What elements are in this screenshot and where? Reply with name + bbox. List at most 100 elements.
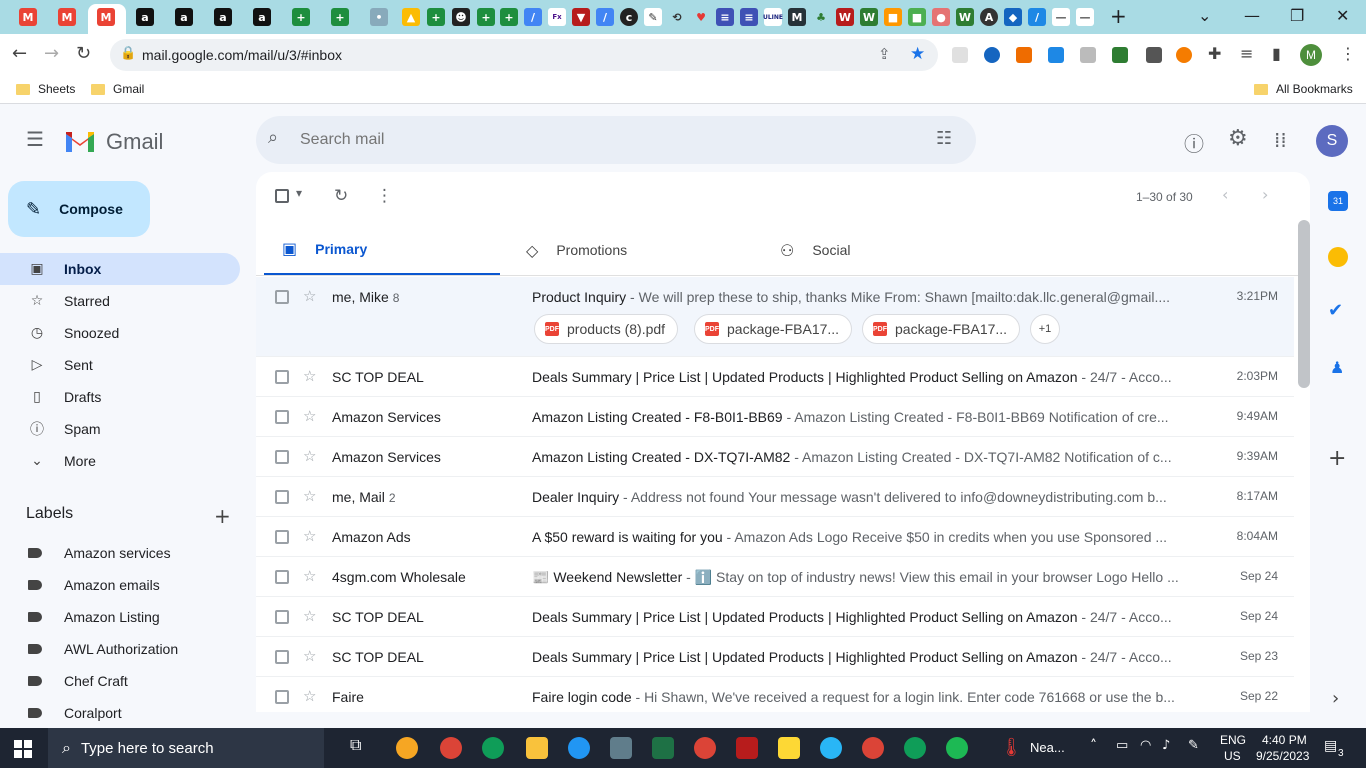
chrome-icon[interactable] — [440, 737, 462, 759]
row-checkbox[interactable] — [275, 410, 289, 424]
sheets-tab-icon[interactable]: + — [500, 8, 518, 26]
history-tab-icon[interactable]: ⟲ — [668, 8, 686, 26]
telegram-icon[interactable] — [820, 737, 842, 759]
label-item[interactable]: Amazon services — [28, 537, 228, 569]
attachment-chip[interactable]: PDF package-FBA17... — [694, 314, 853, 344]
calendar-icon[interactable]: 31 — [1328, 191, 1348, 211]
select-dropdown-icon[interactable]: ▾ — [296, 186, 302, 200]
filezilla-icon[interactable] — [736, 737, 758, 759]
all-bookmarks[interactable]: All Bookmarks — [1254, 82, 1353, 96]
site-tab-icon[interactable]: c — [620, 8, 638, 26]
site-tab-icon[interactable]: ■ — [884, 8, 902, 26]
back-icon[interactable]: ← — [12, 44, 27, 64]
star-icon[interactable]: ☆ — [303, 407, 316, 425]
more-options-icon[interactable]: ⋮ — [376, 186, 393, 206]
email-row[interactable]: ☆ Amazon Services Amazon Listing Created… — [256, 437, 1294, 477]
site-tab-icon[interactable]: M — [788, 8, 806, 26]
nav-more[interactable]: ⌄ More — [0, 445, 240, 477]
contacts-icon[interactable]: ♟ — [1330, 358, 1344, 377]
forward-icon[interactable]: → — [44, 44, 59, 64]
star-icon[interactable]: ☆ — [303, 567, 316, 585]
search-icon[interactable]: ⌕ — [268, 127, 278, 148]
more-attachments[interactable]: +1 — [1030, 314, 1060, 344]
forms-tab-icon[interactable]: ≡ — [740, 8, 758, 26]
compose-button[interactable]: ✎ Compose — [8, 181, 150, 237]
label-item[interactable]: Chef Craft — [28, 665, 228, 697]
row-checkbox[interactable] — [275, 370, 289, 384]
heart-tab-icon[interactable]: ♥ — [692, 8, 710, 26]
task-view-icon[interactable]: ⧉ — [350, 737, 372, 759]
next-page-icon[interactable]: › — [1262, 185, 1268, 204]
site-tab-icon[interactable]: — — [1076, 8, 1094, 26]
extension-icon[interactable] — [1176, 47, 1192, 63]
wifi-icon[interactable]: ◠ — [1140, 738, 1151, 753]
sidepanel-icon[interactable]: ▮ — [1272, 44, 1281, 64]
apps-icon[interactable]: ⁞⁞ — [1274, 128, 1287, 152]
gear-icon[interactable]: ⚙ — [1228, 126, 1248, 151]
email-row[interactable]: ☆ Amazon Services Amazon Listing Created… — [256, 397, 1294, 437]
site-tab-icon[interactable]: ♣ — [812, 8, 830, 26]
fedex-tab-icon[interactable]: Fx — [548, 8, 566, 26]
volume-icon[interactable]: ♪ — [1162, 738, 1170, 753]
email-row[interactable]: ☆ SC TOP DEAL Deals Summary | Price List… — [256, 637, 1294, 677]
app-icon[interactable] — [396, 737, 418, 759]
spotify-icon[interactable] — [946, 737, 968, 759]
label-item[interactable]: Amazon Listing — [28, 601, 228, 633]
amazon-tab-icon[interactable]: a — [253, 8, 271, 26]
account-avatar[interactable]: S — [1316, 125, 1348, 157]
row-checkbox[interactable] — [275, 690, 289, 704]
chrome-icon[interactable] — [862, 737, 884, 759]
bookmark-sheets[interactable]: Sheets — [16, 82, 75, 96]
zoom-icon[interactable] — [568, 737, 590, 759]
email-row[interactable]: ☆ Amazon Ads A $50 reward is waiting for… — [256, 517, 1294, 557]
row-checkbox[interactable] — [275, 650, 289, 664]
star-icon[interactable]: ☆ — [303, 647, 316, 665]
filter-icon[interactable]: ☷ — [936, 128, 952, 149]
site-tab-icon[interactable]: • — [370, 8, 388, 26]
bookmark-gmail[interactable]: Gmail — [91, 82, 144, 96]
clock-time[interactable]: 4:40 PM — [1262, 733, 1307, 747]
star-icon[interactable]: ☆ — [303, 607, 316, 625]
reload-icon[interactable]: ↻ — [76, 44, 91, 64]
row-checkbox[interactable] — [275, 610, 289, 624]
gmail-tab-icon[interactable]: M — [97, 8, 115, 26]
close-icon[interactable]: ✕ — [1336, 6, 1349, 25]
email-row[interactable]: ☆ Faire Faire login code - Hi Shawn, We'… — [256, 677, 1294, 712]
lang-2[interactable]: US — [1224, 749, 1241, 763]
row-checkbox[interactable] — [275, 530, 289, 544]
extension-icon[interactable] — [1080, 47, 1096, 63]
site-tab-icon[interactable]: / — [524, 8, 542, 26]
tab-promotions[interactable]: ◇ Promotions — [508, 224, 744, 276]
amazon-tab-icon[interactable]: a — [214, 8, 232, 26]
nav-spam[interactable]: ⓘ Spam — [0, 413, 240, 445]
tasks-icon[interactable]: ✔ — [1328, 300, 1343, 321]
expand-panel-icon[interactable]: › — [1332, 688, 1339, 709]
extension-icon[interactable] — [1048, 47, 1064, 63]
row-checkbox[interactable] — [275, 290, 289, 304]
email-row[interactable]: ☆ me, Mail 2 Dealer Inquiry - Address not… — [256, 477, 1294, 517]
sheets-tab-icon[interactable]: + — [477, 8, 495, 26]
label-item[interactable]: AWL Authorization — [28, 633, 228, 665]
inbox-scrollbar[interactable] — [1298, 220, 1310, 388]
url-text[interactable]: mail.google.com/mail/u/3/#inbox — [142, 47, 342, 63]
site-tab-icon[interactable]: W — [836, 8, 854, 26]
star-icon[interactable]: ☆ — [303, 287, 316, 305]
label-item[interactable]: Coralport — [28, 697, 228, 729]
tab-search-icon[interactable]: ⌄ — [1198, 6, 1211, 25]
attachment-chip[interactable]: PDF products (8).pdf — [534, 314, 679, 344]
menu-icon[interactable]: ⋮ — [1340, 44, 1356, 64]
address-bar[interactable]: 🔒 mail.google.com/mail/u/3/#inbox ⇪ ★ — [110, 39, 938, 71]
site-tab-icon[interactable]: A — [980, 8, 998, 26]
site-tab-icon[interactable]: ■ — [908, 8, 926, 26]
drive-tab-icon[interactable]: ▲ — [402, 8, 420, 26]
site-tab-icon[interactable]: W — [860, 8, 878, 26]
new-tab-icon[interactable]: + — [1110, 4, 1127, 28]
nav-sent[interactable]: ▷ Sent — [0, 349, 240, 381]
help-icon[interactable]: ⓘ — [1184, 128, 1204, 157]
profile-avatar[interactable]: M — [1300, 44, 1322, 66]
puzzle-icon[interactable]: ✚ — [1208, 44, 1221, 64]
row-checkbox[interactable] — [275, 490, 289, 504]
sticky-notes-icon[interactable] — [778, 737, 800, 759]
site-tab-icon[interactable]: ◆ — [1004, 8, 1022, 26]
site-tab-icon[interactable]: / — [1028, 8, 1046, 26]
